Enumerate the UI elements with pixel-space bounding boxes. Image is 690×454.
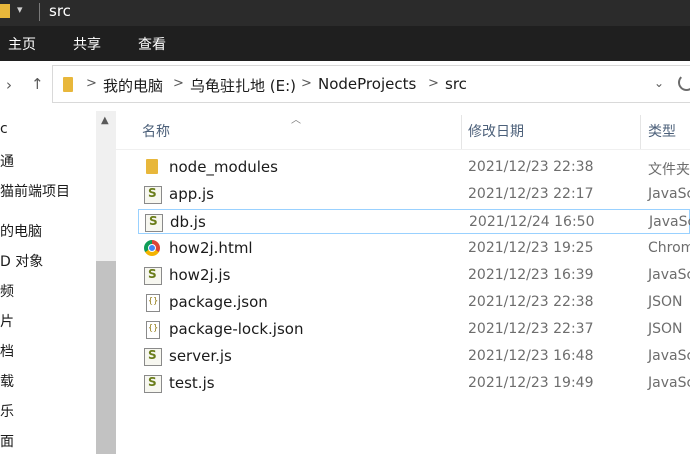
breadcrumb-src[interactable]: src xyxy=(445,75,467,93)
json-file-icon xyxy=(146,294,160,312)
file-name: db.js xyxy=(170,213,206,231)
nav-item-downloads[interactable]: 载 xyxy=(0,371,14,391)
up-arrow-icon[interactable]: ↑ xyxy=(31,75,44,93)
file-row[interactable]: how2j.js 2021/12/23 16:39 JavaSc xyxy=(138,263,690,288)
nav-item-documents[interactable]: 档 xyxy=(0,341,14,361)
crumb-separator-icon[interactable]: > xyxy=(428,76,439,91)
tab-share[interactable]: 共享 xyxy=(73,34,101,54)
nav-item-3d-objects[interactable]: D 对象 xyxy=(0,251,43,271)
column-header: ︿ 名称 修改日期 类型 xyxy=(116,111,690,150)
file-row-selected[interactable]: db.js 2021/12/24 16:50 JavaSc xyxy=(138,209,690,234)
title-bar: ▾ src xyxy=(0,0,690,26)
folder-icon xyxy=(146,159,158,174)
file-type: Chrom xyxy=(648,240,690,256)
file-name: node_modules xyxy=(169,158,278,176)
crumb-separator-icon[interactable]: > xyxy=(301,76,312,91)
file-type: JavaSc xyxy=(649,214,690,230)
file-date: 2021/12/23 19:25 xyxy=(468,240,594,256)
quick-access-dropdown-icon[interactable]: ▾ xyxy=(17,3,23,16)
tab-view[interactable]: 查看 xyxy=(138,34,166,54)
folder-icon xyxy=(63,77,73,92)
file-name: app.js xyxy=(169,185,214,203)
file-name: package.json xyxy=(169,293,268,311)
file-date: 2021/12/23 19:49 xyxy=(468,375,594,391)
chrome-icon xyxy=(144,240,160,256)
file-date: 2021/12/23 22:38 xyxy=(468,159,594,175)
title-separator xyxy=(39,3,40,21)
nav-item-videos[interactable]: 频 xyxy=(0,281,14,301)
file-row[interactable]: test.js 2021/12/23 19:49 JavaSc xyxy=(138,371,690,396)
file-date: 2021/12/23 16:48 xyxy=(468,348,594,364)
address-bar[interactable]: > 我的电脑 > 乌龟驻扎地 (E:) > NodeProjects > src… xyxy=(52,65,690,103)
file-row[interactable]: package-lock.json 2021/12/23 22:37 JSON xyxy=(138,317,690,342)
scrollbar-thumb[interactable] xyxy=(96,261,116,454)
file-row[interactable]: package.json 2021/12/23 22:38 JSON xyxy=(138,290,690,315)
breadcrumb-nodeprojects[interactable]: NodeProjects xyxy=(318,75,416,93)
file-date: 2021/12/24 16:50 xyxy=(469,214,595,230)
json-file-icon xyxy=(146,321,160,339)
nav-item-this-pc[interactable]: 的电脑 xyxy=(0,221,42,241)
file-type: JavaSc xyxy=(648,375,690,391)
column-type[interactable]: 类型 xyxy=(648,121,676,141)
file-name: server.js xyxy=(169,347,232,365)
nav-item[interactable]: 通 xyxy=(0,151,14,171)
file-row[interactable]: server.js 2021/12/23 16:48 JavaSc xyxy=(138,344,690,369)
file-row[interactable]: node_modules 2021/12/23 22:38 文件夹 xyxy=(138,155,690,180)
folder-icon xyxy=(0,4,10,18)
nav-item-music[interactable]: 乐 xyxy=(0,401,14,421)
breadcrumb-drive-e[interactable]: 乌龟驻扎地 (E:) xyxy=(190,75,296,96)
tab-home[interactable]: 主页 xyxy=(8,34,36,54)
nav-item[interactable]: 猫前端项目 xyxy=(0,181,70,201)
file-date: 2021/12/23 22:17 xyxy=(468,186,594,202)
crumb-separator-icon[interactable]: > xyxy=(86,76,97,91)
js-file-icon xyxy=(144,375,162,393)
scroll-up-icon[interactable]: ▲ xyxy=(101,115,109,126)
file-type: JavaSc xyxy=(648,186,690,202)
file-name: test.js xyxy=(169,374,215,392)
file-type: JSON xyxy=(648,294,683,310)
file-date: 2021/12/23 22:38 xyxy=(468,294,594,310)
file-name: how2j.js xyxy=(169,266,231,284)
column-name[interactable]: 名称 xyxy=(142,121,170,141)
crumb-separator-icon[interactable]: > xyxy=(173,76,184,91)
file-name: how2j.html xyxy=(169,239,253,257)
js-file-icon xyxy=(144,267,162,285)
window-title: src xyxy=(49,2,71,20)
file-type: JavaSc xyxy=(648,348,690,364)
navigation-pane: c 通 猫前端项目 的电脑 D 对象 频 片 档 载 乐 面 ▲ xyxy=(0,111,116,454)
js-file-icon xyxy=(144,348,162,366)
nav-scrollbar[interactable]: ▲ xyxy=(96,111,116,454)
file-row[interactable]: app.js 2021/12/23 22:17 JavaSc xyxy=(138,182,690,207)
breadcrumb-my-computer[interactable]: 我的电脑 xyxy=(103,75,163,96)
js-file-icon xyxy=(145,214,163,232)
nav-item-pictures[interactable]: 片 xyxy=(0,311,14,331)
js-file-icon xyxy=(144,186,162,204)
column-divider[interactable] xyxy=(461,115,462,149)
file-type: JavaSc xyxy=(648,267,690,283)
forward-icon[interactable]: › xyxy=(6,76,12,94)
nav-item[interactable]: c xyxy=(0,121,8,137)
file-date: 2021/12/23 22:37 xyxy=(468,321,594,337)
sort-ascending-icon: ︿ xyxy=(291,115,301,126)
column-divider[interactable] xyxy=(640,115,641,149)
file-row[interactable]: how2j.html 2021/12/23 19:25 Chrom xyxy=(138,236,690,261)
file-type: 文件夹 xyxy=(648,162,690,178)
ribbon: 主页 共享 查看 xyxy=(0,26,690,61)
address-row: › ↑ > 我的电脑 > 乌龟驻扎地 (E:) > NodeProjects >… xyxy=(0,61,690,111)
column-modified-date[interactable]: 修改日期 xyxy=(468,121,524,141)
file-name: package-lock.json xyxy=(169,320,304,338)
file-type: JSON xyxy=(648,321,683,337)
address-history-dropdown-icon[interactable]: ⌄ xyxy=(654,76,664,90)
refresh-icon[interactable] xyxy=(678,74,690,91)
nav-item-desktop[interactable]: 面 xyxy=(0,431,14,451)
file-date: 2021/12/23 16:39 xyxy=(468,267,594,283)
